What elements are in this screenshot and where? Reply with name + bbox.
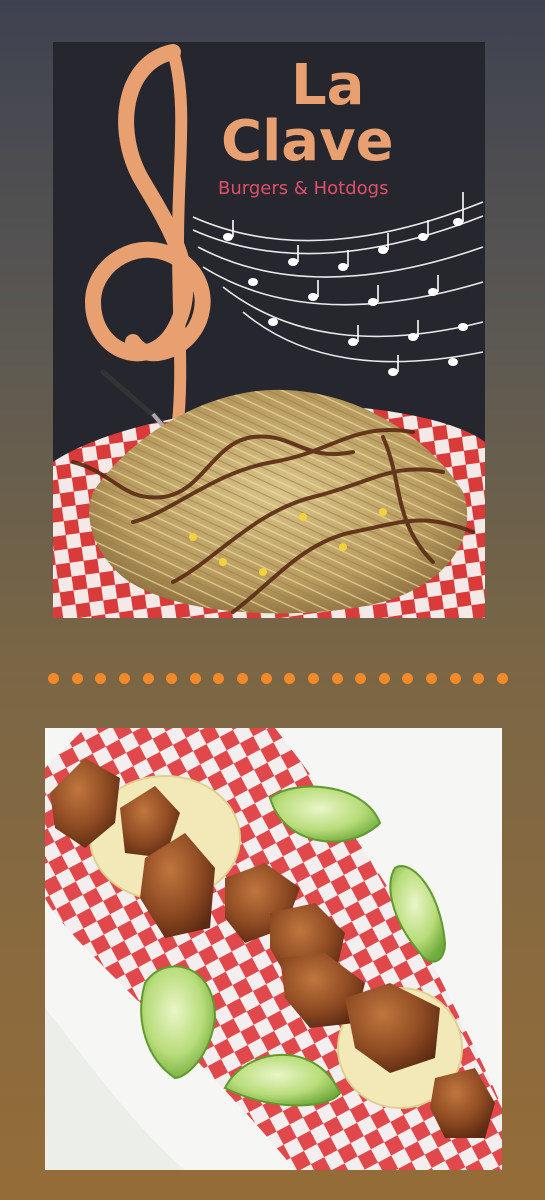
divider-dot (426, 672, 437, 684)
bottom-food-photo (45, 728, 502, 1170)
divider-dot (473, 672, 485, 684)
divider-dot (307, 672, 319, 684)
divider-dot (166, 672, 178, 684)
divider-dot (237, 672, 248, 684)
divider-dot (118, 672, 130, 684)
divider-dot (213, 672, 225, 684)
divider-dot (189, 672, 201, 684)
divider-dot (355, 672, 367, 684)
divider-dot (284, 672, 296, 684)
divider-dot (402, 672, 414, 684)
divider-dot (95, 672, 107, 684)
divider-dot (142, 672, 154, 684)
dotted-divider (48, 672, 508, 684)
brand-line2: Clave (221, 109, 394, 174)
divider-dot (260, 672, 272, 684)
divider-dot (449, 672, 461, 684)
top-food-photo: La Clave Burgers & Hotdogs (53, 42, 485, 618)
divider-dot (71, 672, 83, 684)
divider-dot (331, 672, 343, 684)
divider-dot (496, 672, 508, 684)
divider-dot (378, 672, 390, 684)
divider-dot (48, 672, 59, 684)
brand-tagline: Burgers & Hotdogs (218, 178, 388, 199)
